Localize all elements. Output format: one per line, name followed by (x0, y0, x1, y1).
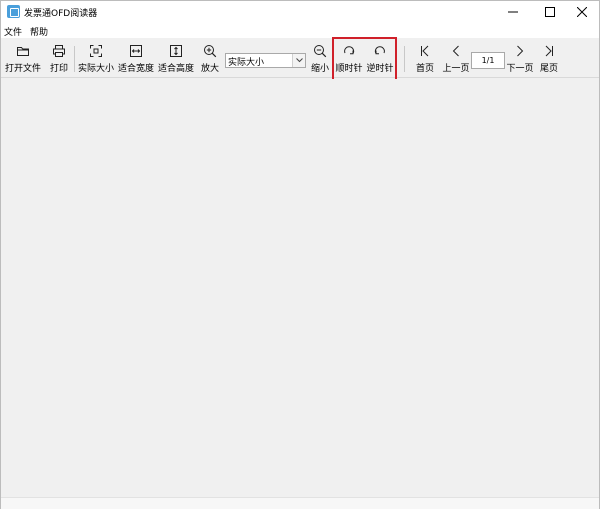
fit-width-icon (129, 44, 143, 58)
zoom-out-label: 缩小 (310, 64, 329, 74)
zoom-level-value: 实际大小 (228, 58, 265, 68)
minimize-icon (508, 11, 518, 13)
last-page-label: 尾页 (539, 64, 558, 74)
first-page-icon (418, 44, 432, 58)
print-label: 打印 (49, 64, 68, 74)
title-bar: 发票通OFD阅读器 (1, 1, 599, 23)
zoom-in-button[interactable]: 放大 (199, 40, 221, 76)
fit-height-button[interactable]: 适合高度 (157, 40, 195, 76)
open-file-button[interactable]: 打开文件 (3, 40, 43, 76)
page-number-input[interactable]: 1/1 (471, 52, 505, 69)
rotate-buttons-highlight (332, 37, 397, 83)
toolbar: 打开文件 打印 实际大小 适合宽度 适合高度 放大 实际大小 缩小 顺时针 逆时… (1, 38, 599, 78)
zoom-in-icon (203, 44, 217, 58)
chevron-right-icon (513, 44, 527, 58)
app-logo-icon (7, 5, 20, 18)
next-page-label: 下一页 (506, 64, 534, 74)
last-page-icon (542, 44, 556, 58)
close-button[interactable] (565, 1, 599, 23)
maximize-button[interactable] (533, 1, 567, 23)
zoom-level-select[interactable]: 实际大小 (225, 53, 306, 68)
previous-page-label: 上一页 (442, 64, 470, 74)
maximize-icon (545, 7, 555, 17)
last-page-button[interactable]: 尾页 (537, 40, 561, 76)
previous-page-button[interactable]: 上一页 (441, 40, 471, 76)
zoom-in-label: 放大 (200, 64, 219, 74)
fit-width-button[interactable]: 适合宽度 (117, 40, 155, 76)
menu-file[interactable]: 文件 (4, 25, 22, 38)
chevron-left-icon (449, 44, 463, 58)
actual-size-label: 实际大小 (77, 64, 114, 74)
next-page-button[interactable]: 下一页 (505, 40, 535, 76)
fit-height-label: 适合高度 (157, 64, 194, 74)
document-view-area[interactable] (1, 79, 599, 497)
folder-icon (16, 44, 30, 58)
toolbar-separator (74, 46, 75, 72)
menu-bar: 文件 帮助 (1, 23, 599, 38)
menu-help[interactable]: 帮助 (30, 25, 48, 38)
toolbar-separator (404, 46, 405, 72)
minimize-button[interactable] (496, 1, 530, 23)
zoom-out-icon (313, 44, 327, 58)
first-page-button[interactable]: 首页 (413, 40, 437, 76)
chevron-down-icon[interactable] (292, 54, 305, 67)
fit-width-label: 适合宽度 (117, 64, 154, 74)
close-icon (577, 7, 587, 17)
zoom-out-button[interactable]: 缩小 (309, 40, 331, 76)
actual-size-button[interactable]: 实际大小 (77, 40, 115, 76)
status-bar (1, 497, 599, 509)
fit-height-icon (169, 44, 183, 58)
window-title: 发票通OFD阅读器 (24, 9, 98, 19)
open-file-label: 打开文件 (4, 64, 41, 74)
print-button[interactable]: 打印 (47, 40, 71, 76)
actual-size-icon (89, 44, 103, 58)
app-window: 发票通OFD阅读器 文件 帮助 打开文件 打印 实际大小 适合宽度 适合高度 放… (0, 0, 600, 509)
printer-icon (52, 44, 66, 58)
first-page-label: 首页 (415, 64, 434, 74)
